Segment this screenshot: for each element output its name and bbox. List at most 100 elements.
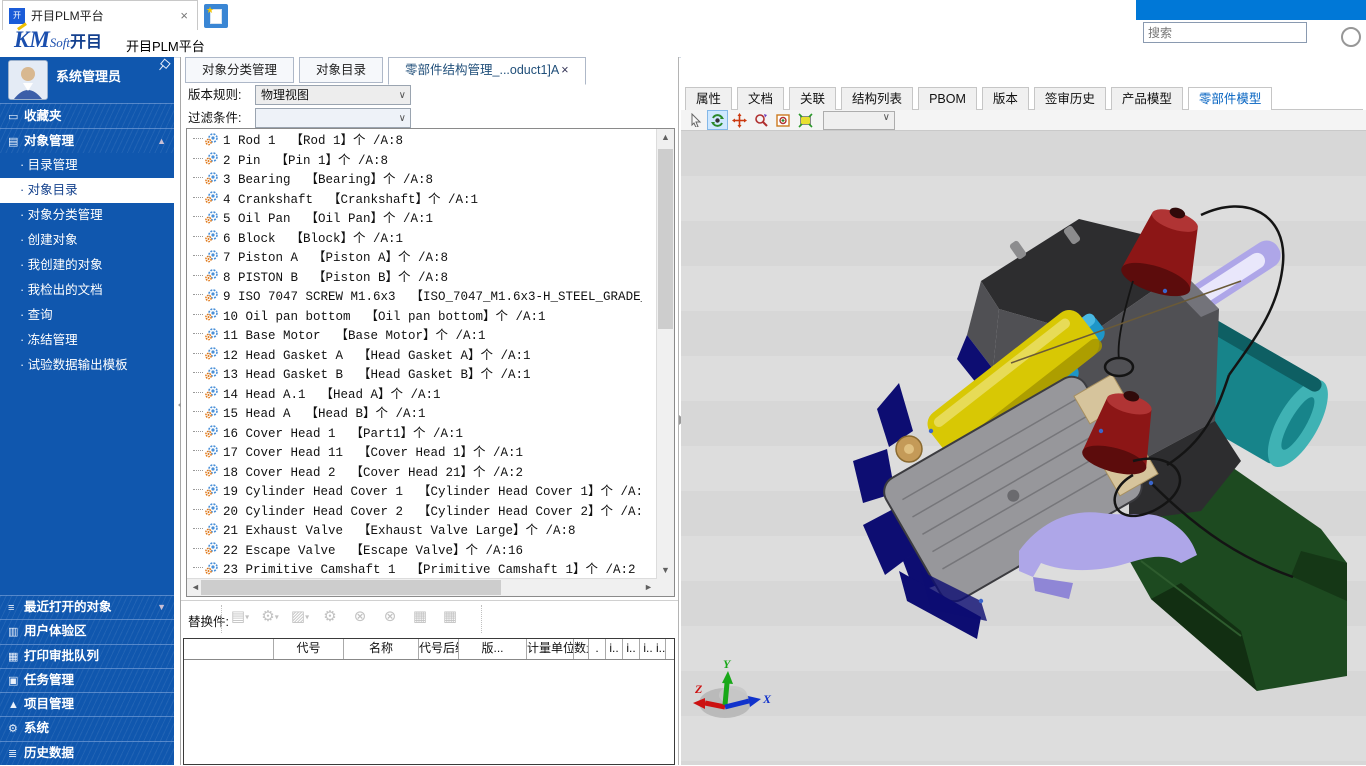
tree-row[interactable]: 8 PISTON B 【Piston B】个 /A:8 (187, 266, 642, 286)
tree-row[interactable]: 3 Bearing 【Bearing】个 /A:8 (187, 168, 642, 188)
scroll-thumb[interactable] (658, 149, 673, 329)
sidebar-item[interactable]: 对象目录 (0, 178, 174, 203)
zoom-tool-icon[interactable] (751, 110, 772, 130)
right-tab[interactable]: 文档 (737, 87, 784, 110)
scroll-up-icon[interactable]: ▲ (657, 129, 674, 146)
browser-tab[interactable]: 开 开目PLM平台 × (2, 0, 198, 30)
right-tab[interactable]: 关联 (789, 87, 836, 110)
sidebar-section[interactable]: ≡最近打开的对象▼ (0, 595, 174, 619)
copy-icon[interactable]: ▦ (405, 607, 435, 625)
sidebar-item[interactable]: 创建对象 (0, 228, 174, 253)
sidebar-section[interactable]: ▦打印审批队列 (0, 644, 174, 668)
column-header[interactable]: i.. (640, 639, 656, 659)
search-input[interactable] (1143, 22, 1307, 43)
view-mode-select[interactable]: ∨ (823, 111, 895, 130)
column-header[interactable]: 名称 (344, 639, 419, 659)
tree-row[interactable]: 4 Crankshaft 【Crankshaft】个 /A:1 (187, 188, 642, 208)
tree-row[interactable]: 7 Piston A 【Piston A】个 /A:8 (187, 246, 642, 266)
column-header[interactable]: 数量 (574, 639, 589, 659)
sidebar-item[interactable]: 我检出的文档 (0, 278, 174, 303)
tree-row[interactable]: 6 Block 【Block】个 /A:1 (187, 227, 642, 247)
3d-viewport[interactable]: Z Y X (681, 131, 1366, 765)
column-header[interactable]: i.. (656, 639, 666, 659)
scroll-right-icon[interactable]: ► (640, 579, 657, 596)
right-divider[interactable] (678, 57, 679, 765)
column-header[interactable]: . (589, 639, 606, 659)
tree-row[interactable]: 13 Head Gasket B 【Head Gasket B】个 /A:1 (187, 363, 642, 383)
zoom-window-icon[interactable] (773, 110, 794, 130)
sidebar-item[interactable]: 目录管理 (0, 153, 174, 178)
horizontal-scrollbar[interactable]: ◄ ► (187, 578, 657, 596)
pan-tool-icon[interactable] (729, 110, 750, 130)
version-rule-select[interactable]: 物理视图∨ (255, 85, 411, 105)
collapse-arrow-icon[interactable]: ▲ (157, 129, 166, 153)
right-tab[interactable]: 产品模型 (1111, 87, 1183, 110)
tree-row[interactable]: 20 Cylinder Head Cover 2 【Cylinder Head … (187, 500, 642, 520)
zoom-fit-icon[interactable] (795, 110, 816, 130)
tree-row[interactable]: 18 Cover Head 2 【Cover Head 21】个 /A:2 (187, 461, 642, 481)
column-header[interactable]: 版... (459, 639, 527, 659)
tree-row[interactable]: 1 Rod 1 【Rod 1】个 /A:8 (187, 129, 642, 149)
sidebar-item[interactable]: 对象分类管理 (0, 203, 174, 228)
column-header[interactable]: i.. (606, 639, 623, 659)
right-tab[interactable]: 属性 (685, 87, 732, 110)
sidebar-item[interactable]: 查询 (0, 303, 174, 328)
tree-row[interactable]: 15 Head A 【Head B】个 /A:1 (187, 402, 642, 422)
filter-select[interactable]: ∨ (255, 108, 411, 128)
search-icon[interactable] (1341, 27, 1361, 47)
sidebar-section[interactable]: ▤对象管理▲ (0, 128, 174, 153)
tree-row[interactable]: 9 ISO 7047 SCREW M1.6x3 【ISO_7047_M1.6x3… (187, 285, 642, 305)
tree-row[interactable]: 10 Oil pan bottom 【Oil pan bottom】个 /A:1 (187, 305, 642, 325)
scroll-down-icon[interactable]: ▼ (657, 562, 674, 579)
select-cursor-icon[interactable] (685, 110, 706, 130)
tree-row[interactable]: 16 Cover Head 1 【Part1】个 /A:1 (187, 422, 642, 442)
avatar[interactable] (8, 60, 48, 100)
right-tab[interactable]: 版本 (982, 87, 1029, 110)
apply-replacement-icon[interactable]: ⚙ (315, 607, 345, 625)
tab-close-icon[interactable]: × (177, 8, 191, 23)
edit-replacement-icon[interactable]: ▨▾ (285, 607, 315, 625)
tree-row[interactable]: 19 Cylinder Head Cover 1 【Cylinder Head … (187, 480, 642, 500)
sidebar-section[interactable]: ≣历史数据 (0, 741, 174, 765)
column-header[interactable]: i.. (623, 639, 640, 659)
tree-row[interactable]: 21 Exhaust Valve 【Exhaust Valve Large】个 … (187, 519, 642, 539)
sidebar-item[interactable]: 冻结管理 (0, 328, 174, 353)
sidebar-section[interactable]: ▲项目管理 (0, 692, 174, 716)
rotate-tool-icon[interactable] (707, 110, 728, 130)
expand-arrow-icon[interactable]: ▼ (157, 596, 166, 619)
tree-row[interactable]: 5 Oil Pan 【Oil Pan】个 /A:1 (187, 207, 642, 227)
tree-row[interactable]: 14 Head A.1 【Head A】个 /A:1 (187, 383, 642, 403)
tree-row[interactable]: 23 Primitive Camshaft 1 【Primitive Camsh… (187, 558, 642, 578)
column-header[interactable]: 代号后缀 (419, 639, 459, 659)
sidebar-section[interactable]: ▥用户体验区 (0, 619, 174, 643)
right-tab[interactable]: PBOM (918, 87, 977, 110)
tree-row[interactable]: 2 Pin 【Pin 1】个 /A:8 (187, 149, 642, 169)
sidebar-item[interactable]: 我创建的对象 (0, 253, 174, 278)
right-tab[interactable]: 零部件模型 (1188, 87, 1273, 111)
tree-row[interactable]: 22 Escape Valve 【Escape Valve】个 /A:16 (187, 539, 642, 559)
center-tab[interactable]: 零部件结构管理_...oduct1]A× (388, 57, 586, 85)
scroll-thumb[interactable] (201, 580, 501, 595)
tree-row[interactable]: 12 Head Gasket A 【Head Gasket A】个 /A:1 (187, 344, 642, 364)
sidebar-section[interactable]: ▣任务管理 (0, 668, 174, 692)
pin-icon[interactable] (155, 57, 170, 73)
tree-row[interactable]: 17 Cover Head 11 【Cover Head 1】个 /A:1 (187, 441, 642, 461)
tab-close-icon[interactable]: × (561, 63, 568, 77)
remove-all-icon[interactable]: ⊗ (375, 607, 405, 625)
right-tab[interactable]: 结构列表 (841, 87, 913, 110)
center-tab[interactable]: 对象目录 (299, 57, 383, 83)
remove-icon[interactable]: ⊗ (345, 607, 375, 625)
column-header[interactable]: 计量单位 (527, 639, 574, 659)
add-replacement-icon[interactable]: ▤▾ (225, 607, 255, 625)
replace-settings-icon[interactable]: ⚙▾ (255, 607, 285, 625)
sidebar-item[interactable]: 试验数据输出模板 (0, 353, 174, 378)
sidebar-section[interactable]: ▭收藏夹 (0, 103, 174, 128)
right-tab[interactable]: 签审历史 (1034, 87, 1106, 110)
new-tab-button[interactable]: ★ (204, 4, 228, 28)
tree-row[interactable]: 11 Base Motor 【Base Motor】个 /A:1 (187, 324, 642, 344)
sidebar-section[interactable]: ⚙系统 (0, 716, 174, 740)
column-header[interactable]: 代号 (274, 639, 344, 659)
column-header[interactable] (184, 639, 274, 659)
paste-icon[interactable]: ▦ (435, 607, 465, 625)
engine-3d-model[interactable]: Z Y X (681, 131, 1366, 765)
